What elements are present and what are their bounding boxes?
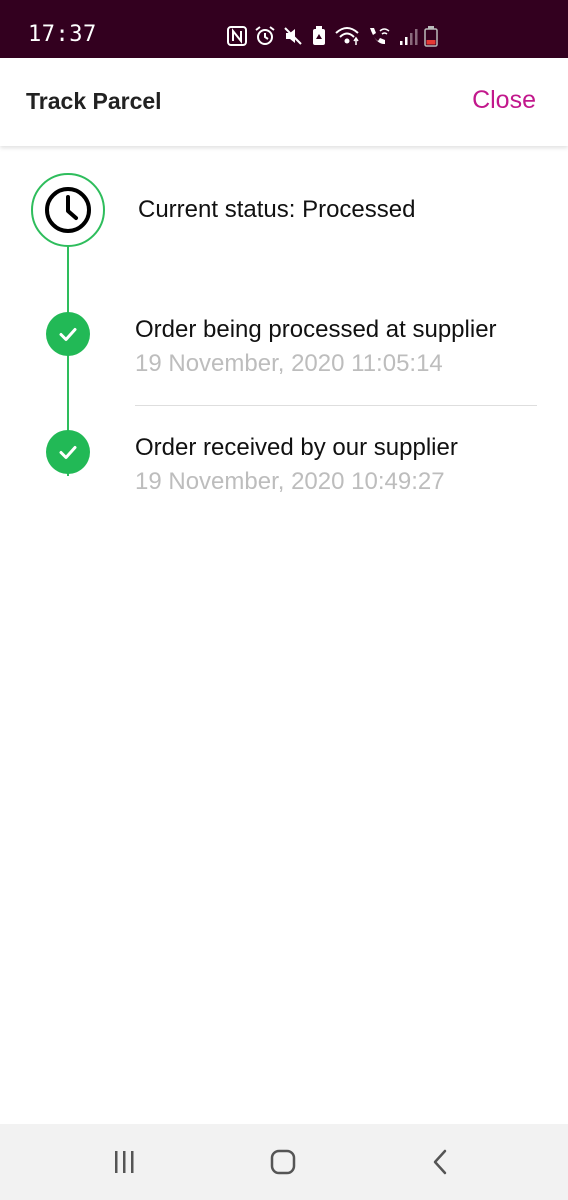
status-time: 17:37	[28, 22, 97, 47]
event-title: Order being processed at supplier	[135, 316, 497, 343]
event-timestamp: 19 November, 2020 10:49:27	[135, 468, 445, 495]
check-circle-icon	[46, 430, 90, 474]
header: Track Parcel Close	[0, 58, 568, 146]
mute-icon	[284, 27, 302, 45]
signal-icon	[400, 29, 418, 45]
check-circle-icon	[46, 312, 90, 356]
recents-button[interactable]	[99, 1142, 149, 1182]
event-title: Order received by our supplier	[135, 434, 458, 461]
wifi-icon	[335, 27, 359, 45]
back-button[interactable]	[416, 1142, 466, 1182]
home-button[interactable]	[258, 1142, 308, 1182]
clock-icon	[45, 187, 91, 233]
nfc-icon	[227, 26, 247, 46]
wifi-calling-icon	[370, 28, 390, 45]
battery-low-icon	[424, 26, 438, 47]
close-button[interactable]: Close	[472, 86, 536, 115]
back-icon	[433, 1149, 447, 1175]
event-divider	[135, 405, 537, 406]
page-title: Track Parcel	[26, 88, 162, 114]
event-timestamp: 19 November, 2020 11:05:14	[135, 350, 443, 377]
alarm-icon	[255, 26, 275, 45]
status-bar: 17:37	[0, 0, 568, 58]
home-icon	[270, 1149, 296, 1175]
status-icons	[226, 22, 438, 50]
recents-icon	[115, 1151, 134, 1173]
navigation-bar	[0, 1124, 568, 1200]
current-status-text: Current status: Processed	[138, 196, 416, 223]
battery-saver-icon	[313, 26, 325, 45]
current-status-ring	[31, 173, 105, 247]
